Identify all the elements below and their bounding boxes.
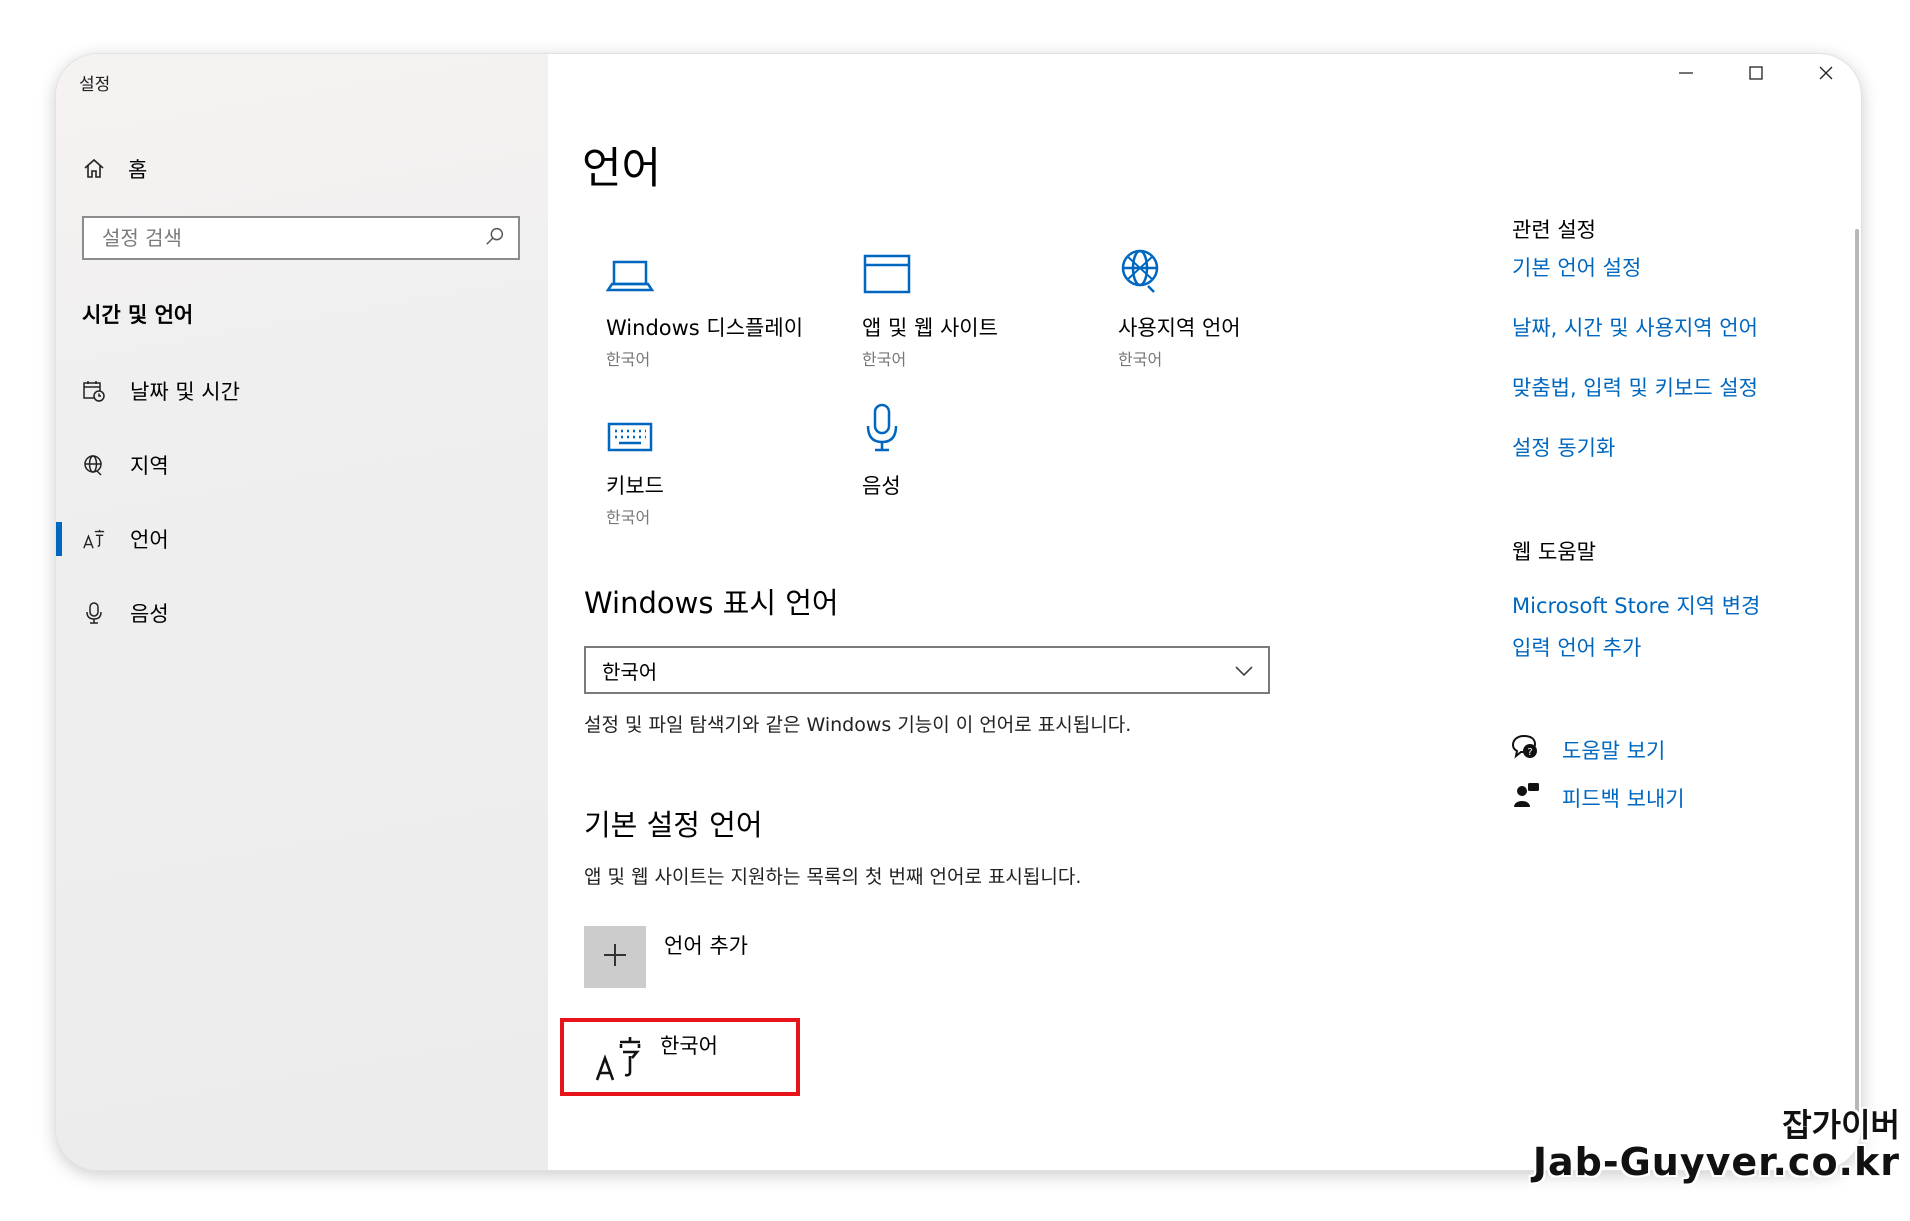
link-store-region[interactable]: Microsoft Store 지역 변경: [1512, 590, 1760, 620]
tile-label: 음성: [862, 474, 901, 498]
preferred-language-item[interactable]: 한국어: [560, 1018, 800, 1096]
close-icon: [1818, 65, 1834, 85]
watermark-line1: 잡가이버: [1782, 1106, 1900, 1144]
web-help-heading: 웹 도움말: [1512, 540, 1596, 564]
add-language-label[interactable]: 언어 추가: [664, 930, 748, 960]
window-caption-buttons: [1651, 54, 1861, 96]
minimize-icon: [1678, 65, 1694, 85]
link-sync-settings[interactable]: 설정 동기화: [1512, 432, 1615, 462]
microphone-icon: [82, 601, 106, 625]
close-button[interactable]: [1791, 54, 1861, 96]
dropdown-value: 한국어: [602, 659, 658, 684]
display-language-description: 설정 및 파일 탐색기와 같은 Windows 기능이 이 언어로 표시됩니다.: [584, 714, 1132, 736]
tile-sub: 한국어: [606, 350, 651, 369]
feedback-label: 피드백 보내기: [1562, 786, 1685, 811]
link-add-input-language[interactable]: 입력 언어 추가: [1512, 632, 1641, 662]
home-label: 홈: [128, 158, 148, 182]
sidebar-item-label: 지역: [130, 454, 169, 478]
language-icon: [594, 1034, 644, 1088]
link-date-time-region[interactable]: 날짜, 시간 및 사용지역 언어: [1512, 312, 1758, 342]
send-feedback-link[interactable]: 피드백 보내기: [1512, 782, 1685, 813]
sidebar-item-date-time[interactable]: 날짜 및 시간: [56, 354, 548, 428]
display-language-heading: Windows 표시 언어: [584, 586, 839, 620]
tile-label: 앱 및 웹 사이트: [862, 316, 998, 340]
tile-speech[interactable]: 음성: [862, 402, 1092, 500]
tile-windows-display[interactable]: Windows 디스플레이 한국어: [605, 244, 836, 370]
search-box[interactable]: [82, 216, 520, 260]
svg-text:?: ?: [1527, 747, 1532, 758]
watermark-line2: Jab-Guyver.co.kr: [1532, 1140, 1900, 1184]
add-language-button[interactable]: [584, 926, 646, 988]
home-link[interactable]: 홈: [82, 154, 147, 184]
laptop-icon: [605, 256, 655, 300]
page-title: 언어: [582, 144, 662, 194]
section-title: 시간 및 언어: [82, 303, 194, 327]
globe-icon: [1118, 246, 1166, 300]
watermark: 잡가이버 Jab-Guyver.co.kr: [1533, 1109, 1900, 1181]
calendar-clock-icon: [82, 379, 106, 403]
link-spelling-typing-keyboard[interactable]: 맞춤법, 입력 및 키보드 설정: [1512, 372, 1758, 402]
sidebar-item-language[interactable]: 언어: [56, 502, 548, 576]
plus-icon: [601, 941, 629, 973]
sidebar-item-speech[interactable]: 음성: [56, 576, 548, 650]
scrollbar[interactable]: [1855, 229, 1859, 1129]
main-content: 언어 Windows 디스플레이 한국어 앱 및 웹 사이트 한국어 사용지역 …: [548, 54, 1861, 1170]
microphone-icon: [862, 402, 902, 458]
sidebar-item-label: 언어: [130, 528, 169, 552]
preferred-language-heading: 기본 설정 언어: [584, 808, 763, 842]
help-label: 도움말 보기: [1562, 738, 1666, 763]
tile-apps-websites[interactable]: 앱 및 웹 사이트 한국어: [862, 244, 1092, 370]
search-input[interactable]: [100, 225, 484, 251]
tile-regional-format[interactable]: 사용지역 언어 한국어: [1118, 244, 1348, 370]
globe-icon: [82, 453, 106, 477]
tile-label: 키보드: [606, 474, 664, 498]
maximize-icon: [1748, 65, 1764, 85]
sidebar-item-region[interactable]: 지역: [56, 428, 548, 502]
help-chat-icon: ?: [1511, 734, 1540, 765]
home-icon: [82, 157, 106, 181]
window-title: 설정: [79, 75, 111, 95]
preferred-language-description: 앱 및 웹 사이트는 지원하는 목록의 첫 번째 언어로 표시됩니다.: [584, 866, 1082, 888]
app-window-icon: [862, 252, 912, 300]
maximize-button[interactable]: [1721, 54, 1791, 96]
search-icon[interactable]: [484, 225, 506, 251]
sidebar-item-label: 음성: [130, 602, 169, 626]
feedback-person-icon: [1512, 782, 1540, 813]
tile-sub: 한국어: [1118, 350, 1163, 369]
link-default-language-settings[interactable]: 기본 언어 설정: [1512, 252, 1641, 282]
tile-sub: 한국어: [606, 508, 651, 527]
sidebar-item-label: 날짜 및 시간: [130, 380, 240, 404]
tile-keyboard[interactable]: 키보드 한국어: [606, 402, 836, 528]
sidebar-nav: 날짜 및 시간 지역 언어 음성: [56, 354, 548, 650]
language-icon: [82, 527, 106, 551]
keyboard-icon: [606, 420, 654, 458]
related-settings-heading: 관련 설정: [1512, 218, 1596, 242]
minimize-button[interactable]: [1651, 54, 1721, 96]
settings-window: 설정 홈 시간 및 언어 날짜 및 시간: [56, 54, 1861, 1170]
sidebar: 설정 홈 시간 및 언어 날짜 및 시간: [56, 54, 548, 1170]
display-language-dropdown[interactable]: 한국어: [584, 646, 1270, 694]
get-help-link[interactable]: ? 도움말 보기: [1511, 734, 1666, 765]
chevron-down-icon: [1234, 658, 1254, 682]
tile-label: 사용지역 언어: [1118, 316, 1241, 340]
tile-sub: 한국어: [862, 350, 907, 369]
tile-label: Windows 디스플레이: [606, 316, 804, 340]
language-name: 한국어: [660, 1034, 718, 1058]
